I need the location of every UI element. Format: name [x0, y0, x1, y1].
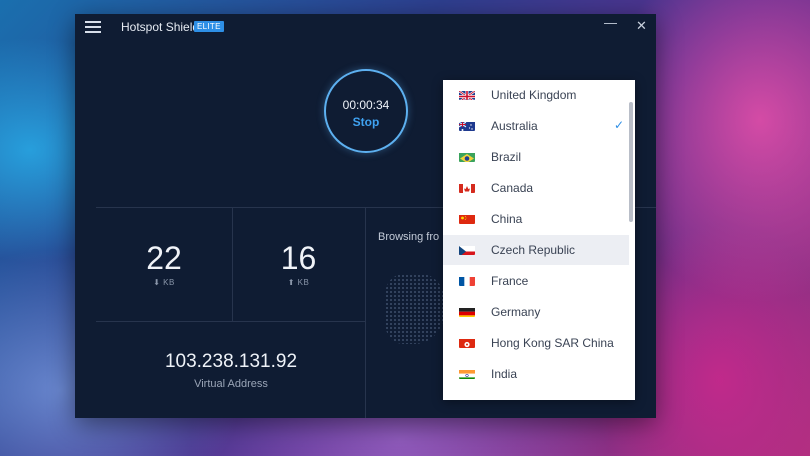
country-item-united-kingdom[interactable]: United Kingdom — [443, 80, 629, 110]
country-item-czech-republic[interactable]: Czech Republic — [443, 235, 629, 265]
france-flag-icon — [459, 275, 475, 286]
hong-kong-flag-icon — [459, 337, 475, 348]
country-dropdown[interactable]: United Kingdom Australia ✓ Brazil Canada… — [443, 80, 635, 400]
uk-flag-icon — [459, 89, 475, 100]
upload-unit: ⬆ KB — [287, 278, 310, 287]
country-item-china[interactable]: China — [443, 204, 629, 234]
virtual-ip-address: 103.238.131.92 — [164, 351, 298, 372]
world-map — [385, 274, 445, 344]
minimize-button[interactable]: — — [604, 15, 617, 30]
country-label: India — [491, 367, 518, 381]
country-label: France — [491, 274, 529, 288]
czech-flag-icon — [459, 244, 475, 255]
divider — [96, 321, 366, 322]
menu-icon[interactable] — [85, 21, 101, 33]
india-flag-icon — [459, 368, 475, 379]
dropdown-scrollbar[interactable] — [629, 102, 633, 222]
download-stat: 22 ⬇ KB — [96, 241, 232, 287]
country-item-canada[interactable]: Canada — [443, 173, 629, 203]
title-bar: Hotspot Shield ELITE — ✕ — [75, 14, 656, 40]
country-label: Czech Republic — [491, 243, 576, 257]
download-unit: ⬇ KB — [153, 278, 175, 287]
country-item-brazil[interactable]: Brazil — [443, 142, 629, 172]
connection-timer: 00:00:34 — [342, 98, 390, 112]
country-label: Hong Kong SAR China — [491, 336, 614, 350]
upload-stat: 16 ⬆ KB — [232, 241, 365, 287]
check-icon: ✓ — [614, 118, 625, 132]
germany-flag-icon — [459, 306, 475, 317]
country-label: Canada — [491, 181, 534, 195]
close-button[interactable]: ✕ — [636, 18, 647, 34]
stop-button[interactable]: Stop — [326, 115, 406, 129]
country-item-france[interactable]: France — [443, 266, 629, 296]
brazil-flag-icon — [459, 151, 475, 162]
elite-badge: ELITE — [194, 21, 224, 32]
app-title: Hotspot Shield — [121, 20, 200, 34]
ireland-flag-icon — [459, 399, 475, 400]
country-label: Australia — [491, 119, 538, 133]
country-label: Germany — [491, 305, 541, 319]
country-item-hong-kong[interactable]: Hong Kong SAR China — [443, 328, 629, 358]
australia-flag-icon — [459, 120, 475, 131]
country-item-india[interactable]: India — [443, 359, 629, 389]
virtual-address-label: Virtual Address — [194, 378, 268, 390]
browsing-from-label: Browsing fro — [378, 231, 440, 243]
country-item-australia[interactable]: Australia ✓ — [443, 111, 629, 141]
country-label: Brazil — [491, 150, 522, 164]
upload-value: 16 — [280, 240, 317, 276]
connection-timer-button[interactable]: 00:00:34 Stop — [324, 69, 408, 153]
canada-flag-icon — [459, 182, 475, 193]
download-value: 22 — [146, 240, 182, 276]
country-label: China — [491, 212, 523, 226]
country-item-partial[interactable] — [443, 390, 629, 400]
country-label: United Kingdom — [491, 88, 577, 102]
china-flag-icon — [459, 213, 475, 224]
country-item-germany[interactable]: Germany — [443, 297, 629, 327]
